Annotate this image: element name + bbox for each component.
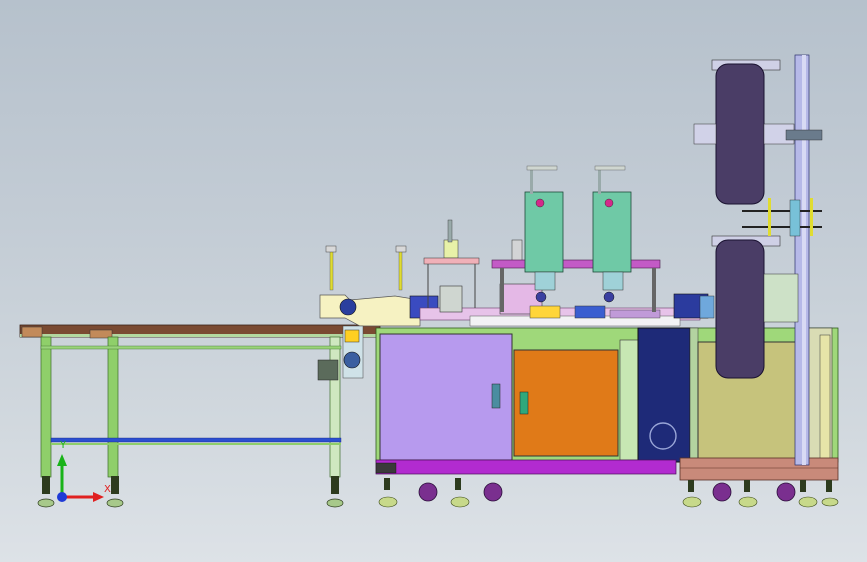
electrical-panel [637, 327, 691, 463]
conveyor-table [19, 324, 381, 508]
motor [339, 298, 357, 316]
caster-wheel [483, 482, 503, 502]
caster-wheel [418, 482, 438, 502]
door-handle [491, 383, 501, 409]
welding-head-1 [524, 165, 564, 303]
material-roll-lower [715, 239, 765, 379]
base-rail-right [679, 457, 839, 481]
cabinet-door-middle [513, 349, 619, 457]
ear-loop-feeder [319, 294, 421, 327]
base-rail [375, 459, 677, 475]
coordinate-triad [57, 454, 104, 502]
machine-assembly-drawing [19, 54, 839, 508]
y-axis-label: Y [60, 440, 67, 451]
table-leg [329, 336, 341, 478]
table-leg [40, 336, 52, 478]
door-handle [519, 391, 529, 415]
leveling-foot [37, 476, 55, 508]
caster-wheel [776, 482, 796, 502]
lower-blue-rail [50, 437, 342, 443]
work-deck [419, 219, 709, 327]
material-roll-upper [715, 63, 765, 205]
main-cabinet [375, 327, 839, 481]
caster-group [378, 478, 839, 508]
table-leg [107, 336, 119, 478]
caster-wheel [712, 482, 732, 502]
leveling-foot [326, 476, 344, 508]
cad-viewport[interactable]: X Y [0, 0, 867, 562]
z-axis-origin [57, 492, 67, 502]
x-axis-label: X [104, 484, 111, 495]
welding-head-2 [592, 165, 632, 303]
